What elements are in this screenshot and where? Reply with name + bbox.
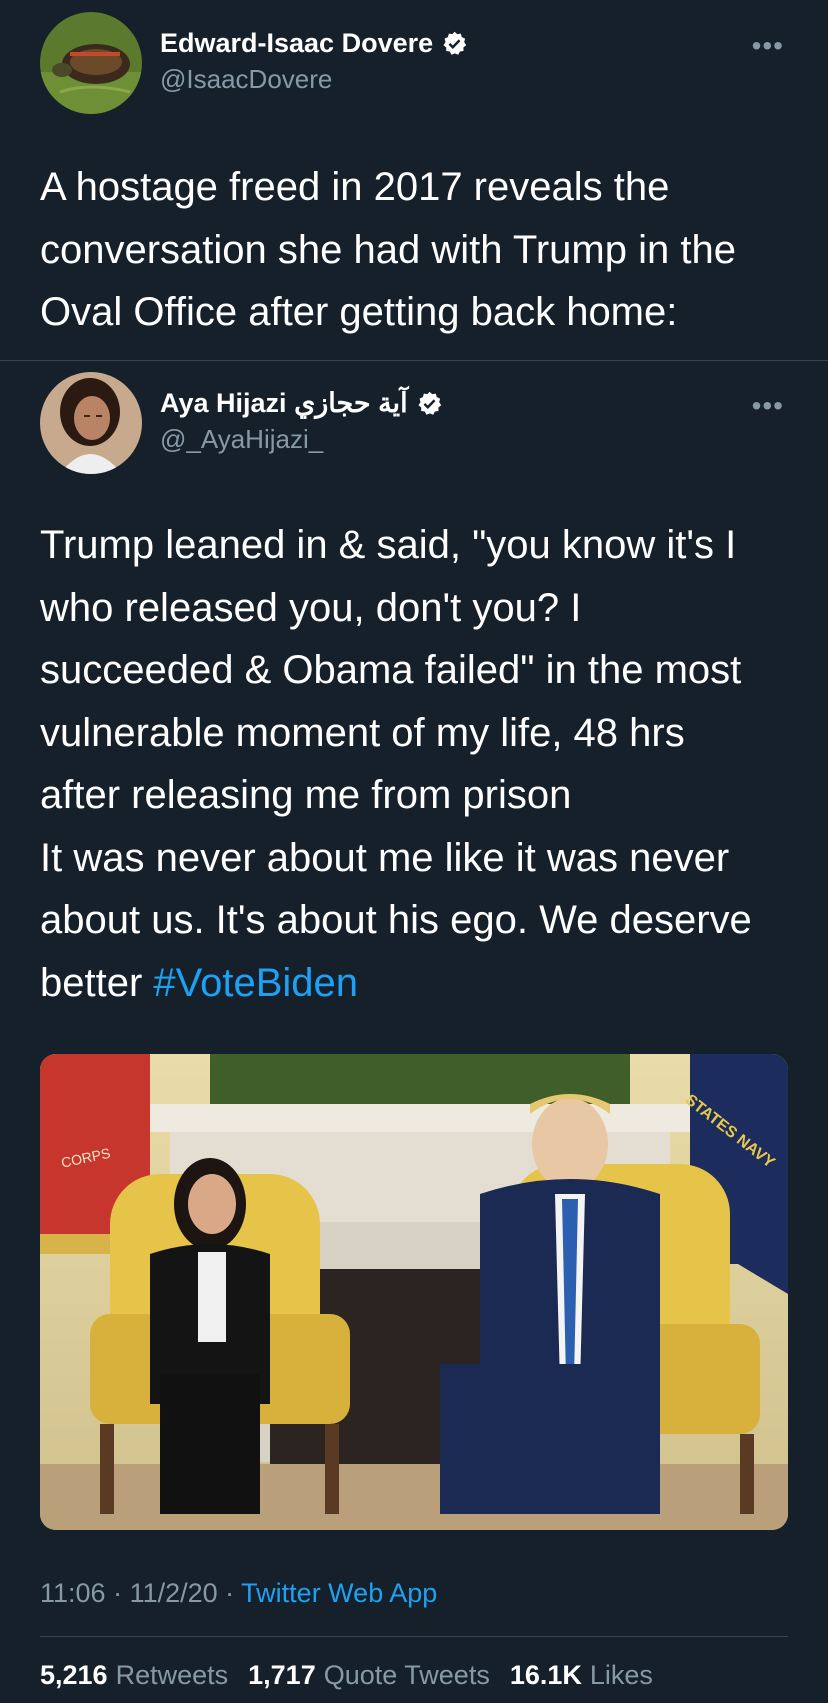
quoted-more-options-icon[interactable]: ••• — [752, 390, 784, 422]
quoted-author-name[interactable]: Aya Hijazi آية حجازي — [160, 388, 408, 419]
quoted-author-handle[interactable]: @_AyaHijazi_ — [160, 424, 323, 455]
likes-count[interactable]: 16.1K — [510, 1660, 582, 1691]
author-avatar[interactable] — [40, 12, 142, 114]
tweet-photo[interactable]: CORPS STATES NAVY — [40, 1054, 788, 1530]
tweet-divider — [0, 360, 828, 361]
person-avatar-image — [40, 372, 142, 474]
verified-badge-icon — [418, 391, 441, 415]
quote-tweets-count[interactable]: 1,717 — [248, 1660, 316, 1691]
tweet-meta: 11:06 · 11/2/20 · Twitter Web App — [40, 1578, 437, 1609]
tweet-text: A hostage freed in 2017 reveals the conv… — [40, 165, 736, 334]
tweet-source-link[interactable]: Twitter Web App — [241, 1578, 437, 1608]
author-name[interactable]: Edward-Isaac Dovere — [160, 28, 433, 59]
quote-tweets-label[interactable]: Quote Tweets — [324, 1660, 490, 1691]
meta-separator: · — [217, 1578, 242, 1608]
retweets-label[interactable]: Retweets — [116, 1660, 229, 1691]
tweet-date[interactable]: 11/2/20 — [130, 1578, 218, 1608]
author-name-row: Edward-Isaac Dovere — [160, 28, 468, 59]
stats-divider — [40, 1636, 788, 1637]
meta-separator: · — [105, 1578, 130, 1608]
author-handle[interactable]: @IsaacDovere — [160, 64, 332, 95]
quoted-text-body: Trump leaned in & said, "you know it's I… — [40, 523, 752, 1005]
main-tweet: Edward-Isaac Dovere @IsaacDovere ••• A h… — [0, 0, 828, 360]
turtle-avatar-image — [40, 12, 142, 114]
likes-label[interactable]: Likes — [590, 1660, 653, 1691]
retweets-count[interactable]: 5,216 — [40, 1660, 108, 1691]
oval-office-photo: CORPS STATES NAVY — [40, 1054, 788, 1530]
tweet-time[interactable]: 11:06 — [40, 1578, 106, 1608]
verified-badge-icon — [443, 31, 467, 55]
quoted-tweet-text: Trump leaned in & said, "you know it's I… — [40, 514, 800, 1014]
hashtag-link[interactable]: #VoteBiden — [153, 961, 358, 1005]
quoted-author-avatar[interactable] — [40, 372, 142, 474]
quoted-author-name-row: Aya Hijazi آية حجازي — [160, 388, 443, 419]
more-options-icon[interactable]: ••• — [752, 30, 784, 62]
tweet-stats: 5,216 Retweets 1,717 Quote Tweets 16.1K Lik… — [40, 1660, 673, 1691]
